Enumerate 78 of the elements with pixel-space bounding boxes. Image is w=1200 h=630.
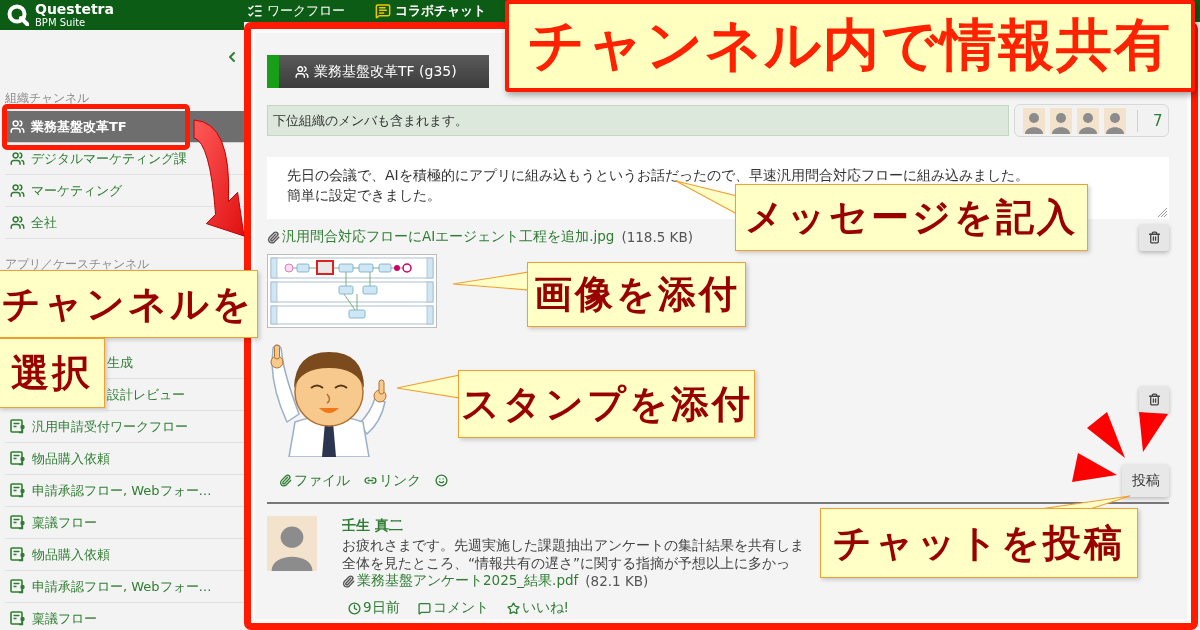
post-button[interactable]: 投稿: [1122, 464, 1169, 497]
callout-pointer: [676, 181, 737, 215]
nav-tab[interactable]: ワークフロー: [247, 0, 345, 22]
avatar-icon: [1077, 107, 1099, 134]
message-text: お疲れさまです。先週実施した課題抽出アンケートの集計結果を共有しま全体を見たところ、“情報共有の遅さ”に関する指摘が予想以上に多かっ: [342, 536, 805, 572]
avatar-icon: [1023, 107, 1045, 134]
sidebar-item[interactable]: 申請承認フロー, Webフォー…: [5, 571, 213, 602]
people-icon: [295, 64, 309, 79]
form-icon: [10, 451, 26, 466]
form-icon: [10, 515, 26, 530]
sidebar-item[interactable]: 業務基盤改革TF: [5, 111, 244, 142]
file-link[interactable]: 業務基盤アンケート2025_結果.pdf: [357, 572, 579, 590]
trash-icon: [1147, 393, 1161, 406]
sidebar-item[interactable]: 物品購入依頼: [5, 443, 111, 474]
callout-label: 画像を添付: [527, 262, 746, 327]
brand-subtitle: BPM Suite: [35, 18, 86, 28]
avatar-icon: [267, 516, 317, 571]
like-button[interactable]: いいね!: [506, 599, 569, 617]
clock-icon: [348, 601, 361, 615]
link-icon: [364, 474, 377, 487]
callout-label: 選択: [0, 338, 105, 408]
people-icon: [10, 183, 25, 198]
form-icon: [10, 611, 26, 626]
paperclip-icon: [279, 474, 292, 487]
pointer-triangle: [1139, 412, 1168, 452]
timestamp: 9日前: [348, 599, 400, 617]
emoji-button[interactable]: [435, 474, 448, 487]
trash-icon: [1147, 230, 1161, 244]
member-count: 7: [1153, 111, 1163, 130]
avatar-icon: [1104, 107, 1126, 134]
file-size: (118.5 KB): [621, 229, 693, 245]
info-banner: 下位組織のメンバも含まれます。: [267, 105, 1009, 136]
sidebar-item[interactable]: 汎用申請受付ワークフロー: [5, 411, 189, 442]
comment-icon: [417, 601, 431, 615]
members-button[interactable]: 7: [1014, 104, 1169, 137]
avatar-icon: [1050, 107, 1072, 134]
section-title: 組織チャンネル: [5, 91, 89, 106]
delete-button[interactable]: [1139, 223, 1169, 251]
form-icon: [10, 483, 26, 498]
sidebar-item[interactable]: 生成: [105, 347, 134, 378]
callout-pointer: [397, 375, 460, 398]
form-icon: [10, 579, 26, 594]
comment-button[interactable]: コメント: [417, 599, 489, 617]
logo-icon: [7, 4, 29, 26]
section-title: アプリ／ケースチャンネル: [5, 257, 149, 272]
sidebar-item[interactable]: 稟議フロー: [5, 603, 98, 630]
star-icon: [506, 601, 520, 615]
paperclip-icon: [342, 574, 355, 588]
resize-grip-icon: [1157, 207, 1167, 217]
paperclip-icon: [267, 230, 280, 244]
sidebar-item[interactable]: 申請承認フロー, Webフォー…: [5, 475, 213, 506]
file-link[interactable]: 汎用問合対応フローにAIエージェント工程を追加.jpg: [282, 228, 615, 246]
sidebar-item[interactable]: 設計レビュー: [105, 379, 186, 410]
callout-label: スタンプを添付: [458, 370, 755, 438]
link-button[interactable]: リンク: [364, 471, 421, 490]
sidebar-item[interactable]: マーケティング: [5, 175, 123, 206]
people-icon: [10, 151, 25, 166]
checklist-icon: [247, 3, 263, 19]
delete-button[interactable]: [1139, 386, 1169, 413]
form-icon: [10, 547, 26, 562]
author-name: 壬生 真二: [342, 516, 403, 534]
people-icon: [10, 215, 25, 230]
people-icon: [10, 119, 25, 134]
sidebar-item[interactable]: 稟議フロー: [5, 507, 98, 538]
callout-label: チャンネル内で情報共有: [505, 0, 1195, 92]
channel-title: 業務基盤改革TF (g35): [314, 62, 457, 81]
nav-tab[interactable]: コラボチャット: [375, 0, 486, 22]
file-button[interactable]: ファイル: [279, 471, 350, 490]
chat-icon: [375, 3, 391, 19]
sidebar-item[interactable]: デジタルマーケティング課: [5, 143, 188, 174]
sidebar-item[interactable]: 物品購入依頼: [5, 539, 111, 570]
smiley-icon: [435, 474, 448, 487]
brand-name: Questetra: [35, 2, 114, 16]
callout-label: チャンネルを: [0, 270, 258, 338]
callout-label: メッセージを記入: [735, 184, 1088, 251]
file-size: (82.1 KB): [585, 573, 649, 589]
sidebar-item[interactable]: 全社: [5, 207, 58, 238]
form-icon: [10, 419, 26, 434]
